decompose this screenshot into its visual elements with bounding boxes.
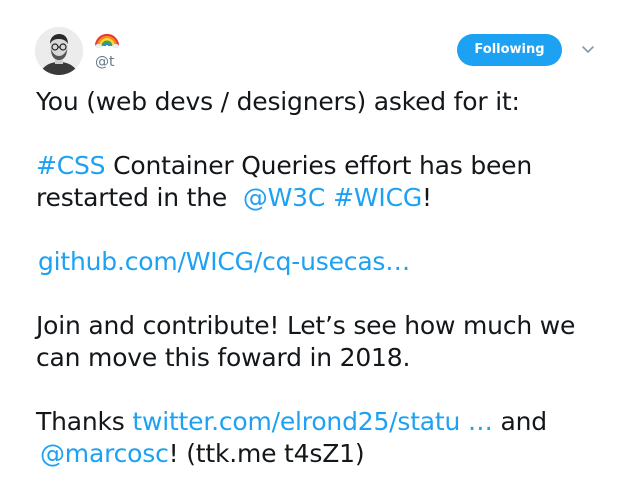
- tweet-menu-button[interactable]: [578, 42, 598, 58]
- author-name[interactable]: [95, 26, 119, 48]
- hashtag-css-link[interactable]: #CSS: [36, 151, 106, 180]
- tweet-line: You (web devs / designers) asked for it:: [36, 87, 520, 116]
- chevron-down-icon: [582, 46, 594, 53]
- author-avatar[interactable]: [35, 27, 83, 75]
- tweet-line: @marcosc! (ttk.me t4sZ1): [36, 438, 616, 470]
- tweet-line: restarted in the @W3C #WICG!: [36, 182, 616, 214]
- tweet-text-span: restarted in the: [36, 183, 235, 212]
- tweet-text-span: Container Queries effort has been: [105, 151, 533, 180]
- author-handle[interactable]: @t: [95, 53, 115, 71]
- tweet-line: Thanks twitter.com/elrond25/statu … and: [36, 406, 616, 438]
- rainbow-emoji-icon: [95, 33, 119, 48]
- tweet-text-span: !: [422, 183, 432, 212]
- tweet-text-span: Thanks: [36, 407, 133, 436]
- tweet-text-span: ! (ttk.me t4sZ1): [168, 439, 365, 468]
- mention-w3c-link[interactable]: @W3C: [243, 183, 325, 212]
- tweet-line: #CSS Container Queries effort has been: [36, 150, 616, 182]
- tweet-line: Join and contribute! Let’s see how much …: [36, 311, 576, 340]
- tweet-line: can move this foward in 2018.: [36, 343, 411, 372]
- following-button[interactable]: Following: [457, 34, 562, 66]
- hashtag-wicg-link[interactable]: #WICG: [333, 183, 422, 212]
- github-link[interactable]: github.com/WICG/cq-usecas…: [38, 247, 410, 276]
- tweet-line: github.com/WICG/cq-usecas…: [36, 246, 616, 278]
- tweet-card: @t Following You (web devs / designers) …: [0, 0, 630, 483]
- tweet-text: You (web devs / designers) asked for it:…: [36, 86, 616, 470]
- mention-marcosc-link[interactable]: @marcosc: [40, 439, 169, 468]
- avatar-photo-icon: [35, 27, 83, 75]
- twitter-status-link[interactable]: twitter.com/elrond25/statu …: [132, 407, 493, 436]
- tweet-text-span: and: [492, 407, 547, 436]
